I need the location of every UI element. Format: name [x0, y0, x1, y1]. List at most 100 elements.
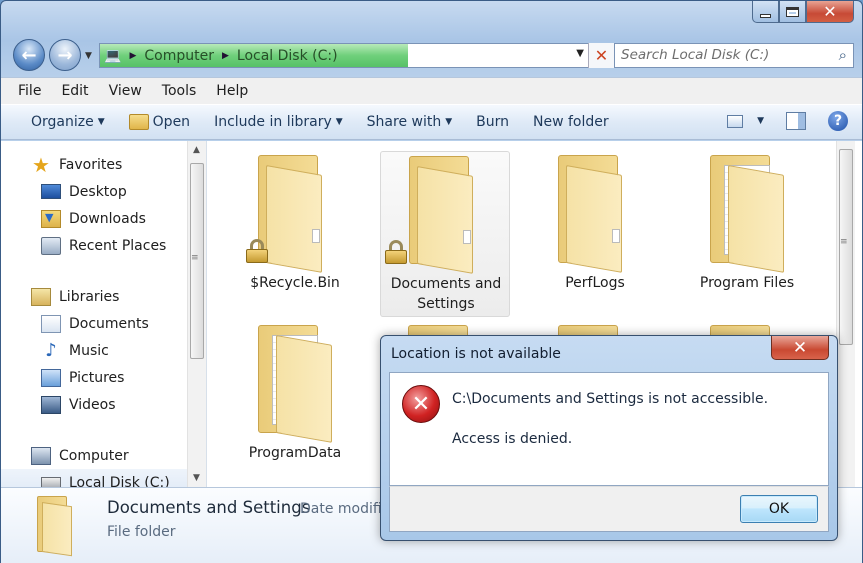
computer-icon — [31, 446, 51, 465]
folder-program-files[interactable]: Program Files — [682, 151, 812, 317]
recent-pages-dropdown[interactable]: ▼ — [85, 51, 92, 61]
menu-file[interactable]: File — [9, 81, 50, 101]
new-folder-button[interactable]: New folder — [521, 110, 621, 134]
libraries-icon — [31, 287, 51, 306]
nav-videos-label: Videos — [69, 396, 116, 413]
maximize-button[interactable] — [779, 1, 806, 23]
share-with-label: Share with — [366, 114, 442, 130]
menu-tools[interactable]: Tools — [153, 81, 206, 101]
help-icon[interactable]: ? — [828, 111, 848, 131]
breadcrumb-computer[interactable]: Computer — [144, 48, 214, 64]
open-button[interactable]: Open — [117, 110, 202, 134]
chevron-down-icon: ▼ — [335, 117, 343, 127]
nav-desktop-label: Desktop — [69, 183, 127, 200]
ok-button[interactable]: OK — [740, 495, 818, 523]
recent-places-icon — [41, 236, 61, 255]
nav-music[interactable]: ♪ Music — [1, 337, 187, 364]
dialog-close-button[interactable]: ✕ — [771, 336, 829, 360]
navigation-bar: ← → ▼ 💻 ▶ Computer ▶ Local Disk (C:) ▼ ✕… — [11, 39, 854, 73]
lock-icon — [246, 239, 268, 263]
details-name: Documents and Settings — [107, 498, 311, 517]
error-dialog: Location is not available ✕ ✕ C:\Documen… — [380, 335, 838, 541]
folder-label: PerfLogs — [565, 275, 625, 291]
file-scrollbar[interactable]: ≡ — [836, 141, 855, 487]
lock-icon — [385, 240, 407, 264]
nav-local-disk[interactable]: Local Disk (C:) — [1, 469, 187, 487]
scroll-down-icon[interactable]: ▼ — [193, 473, 200, 483]
burn-button[interactable]: Burn — [464, 110, 521, 134]
nav-computer[interactable]: Computer — [1, 442, 187, 469]
dialog-footer: OK — [389, 486, 829, 532]
pictures-icon — [41, 368, 61, 387]
nav-list: ★ Favorites Desktop Downloads Recent Plac… — [1, 151, 187, 487]
nav-favorites[interactable]: ★ Favorites — [1, 151, 187, 178]
folder-programdata[interactable]: ProgramData — [230, 321, 360, 487]
folder-label: ProgramData — [248, 445, 342, 461]
nav-downloads-label: Downloads — [69, 210, 146, 227]
navigation-pane: ★ Favorites Desktop Downloads Recent Plac… — [1, 141, 207, 487]
nav-desktop[interactable]: Desktop — [1, 178, 187, 205]
menu-view[interactable]: View — [100, 81, 151, 101]
nav-documents[interactable]: Documents — [1, 310, 187, 337]
stop-icon: ✕ — [594, 46, 609, 65]
details-folder-icon — [37, 496, 73, 557]
maximize-icon — [786, 6, 799, 17]
preview-pane-icon[interactable] — [786, 112, 806, 130]
chevron-down-icon: ▼ — [97, 117, 105, 127]
downloads-icon — [41, 209, 61, 228]
address-bar[interactable]: 💻 ▶ Computer ▶ Local Disk (C:) ▼ ✕ — [99, 43, 615, 68]
breadcrumb: 💻 ▶ Computer ▶ Local Disk (C:) — [100, 48, 338, 64]
dialog-title: Location is not available — [391, 346, 561, 362]
file-scroll-thumb[interactable] — [839, 149, 853, 345]
nav-scrollbar[interactable]: ▲ ≡ ▼ — [187, 141, 206, 487]
nav-music-label: Music — [69, 342, 109, 359]
command-bar: Organize ▼ Open Include in library ▼ Share… — [1, 104, 862, 140]
include-in-library-button[interactable]: Include in library ▼ — [202, 110, 355, 134]
search-icon[interactable]: ⌕ — [839, 46, 847, 64]
folder-icon — [258, 155, 334, 273]
nav-libraries-label: Libraries — [59, 288, 120, 305]
new-folder-label: New folder — [533, 114, 609, 130]
nav-documents-label: Documents — [69, 315, 149, 332]
folder-icon — [258, 325, 334, 443]
folder-recycle-bin[interactable]: $Recycle.Bin — [230, 151, 360, 317]
share-with-button[interactable]: Share with ▼ — [355, 110, 464, 134]
nav-videos[interactable]: Videos — [1, 391, 187, 418]
nav-favorites-label: Favorites — [59, 156, 123, 173]
close-window-button[interactable]: ✕ — [806, 1, 854, 23]
organize-label: Organize — [31, 114, 94, 130]
nav-pictures[interactable]: Pictures — [1, 364, 187, 391]
forward-button[interactable]: → — [49, 39, 81, 71]
nav-downloads[interactable]: Downloads — [1, 205, 187, 232]
caption-buttons: ✕ — [752, 1, 854, 23]
search-input[interactable]: Search Local Disk (C:) ⌕ — [614, 43, 854, 68]
dialog-detail: Access is denied. — [452, 431, 573, 447]
minimize-button[interactable] — [752, 1, 779, 23]
minimize-icon — [760, 13, 771, 18]
change-view-button[interactable]: ▼ — [727, 114, 764, 128]
nav-libraries[interactable]: Libraries — [1, 283, 187, 310]
breadcrumb-local-disk[interactable]: Local Disk (C:) — [237, 48, 338, 64]
scroll-up-icon[interactable]: ▲ — [193, 145, 200, 155]
address-history-dropdown[interactable]: ▼ — [576, 48, 584, 59]
chevron-down-icon: ▼ — [445, 117, 453, 127]
open-folder-icon — [128, 114, 149, 130]
nav-recent-places[interactable]: Recent Places — [1, 232, 187, 259]
folder-icon — [409, 156, 485, 274]
nav-pictures-label: Pictures — [69, 369, 125, 386]
error-icon: ✕ — [402, 385, 440, 423]
stop-button[interactable]: ✕ — [588, 43, 614, 68]
breadcrumb-separator-icon[interactable]: ▶ — [222, 51, 229, 61]
menu-help[interactable]: Help — [207, 81, 257, 101]
dialog-body: ✕ C:\Documents and Settings is not acces… — [389, 372, 829, 486]
folder-documents-and-settings[interactable]: Documents and Settings — [380, 151, 510, 317]
desktop-icon — [41, 184, 61, 199]
organize-button[interactable]: Organize ▼ — [19, 110, 117, 134]
back-button[interactable]: ← — [13, 39, 45, 71]
folder-label: Program Files — [699, 275, 795, 291]
menu-edit[interactable]: Edit — [52, 81, 97, 101]
folder-perflogs[interactable]: PerfLogs — [530, 151, 660, 317]
breadcrumb-separator-icon[interactable]: ▶ — [129, 51, 136, 61]
